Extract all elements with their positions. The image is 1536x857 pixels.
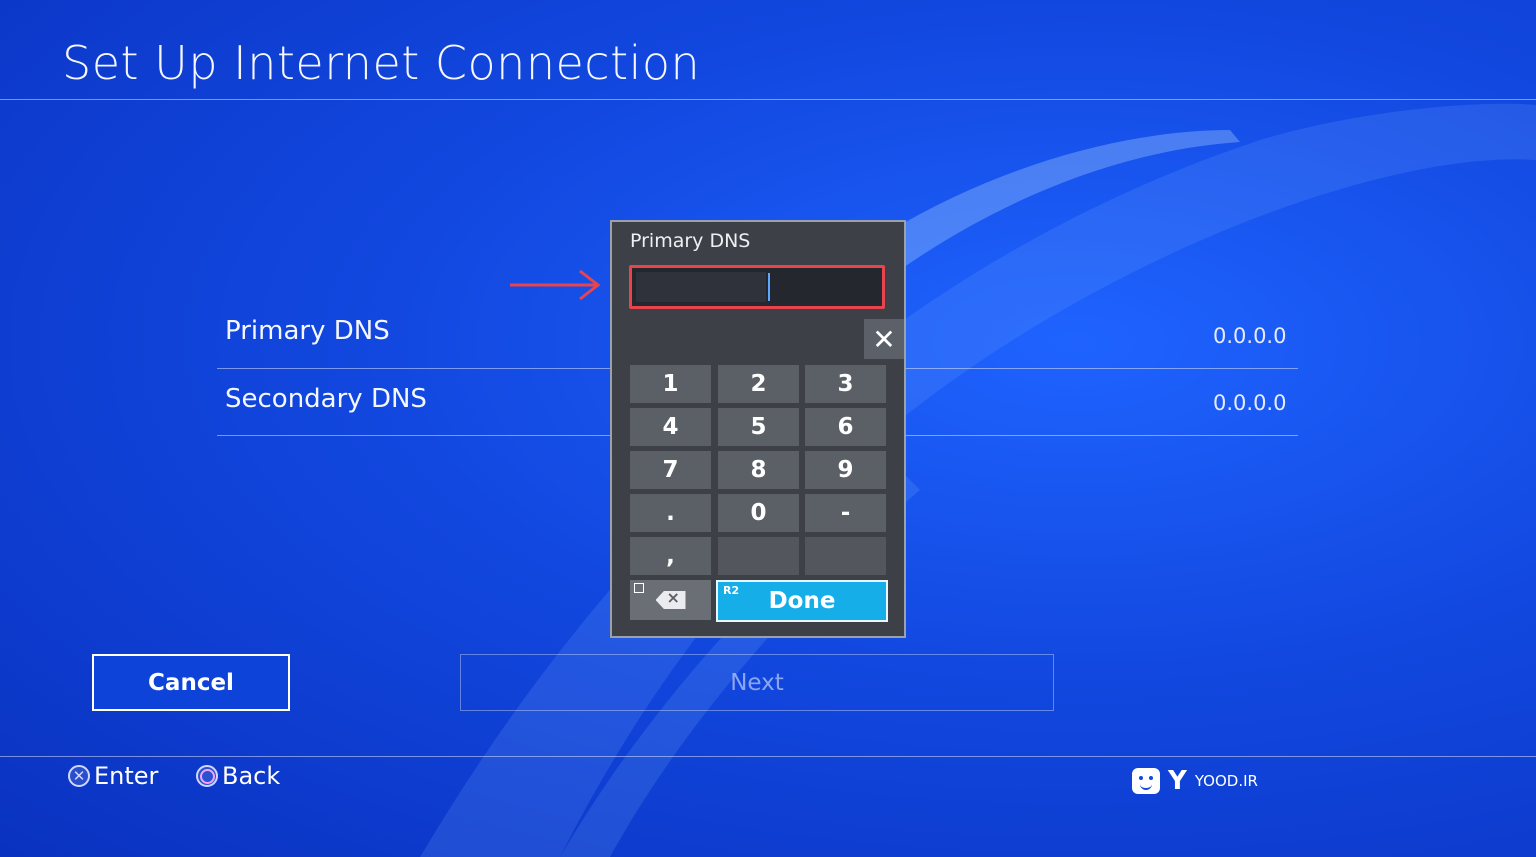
watermark: Y YOOD.IR [1132, 766, 1258, 796]
red-arrow-annotation [510, 269, 601, 301]
next-button[interactable]: Next [460, 654, 1054, 711]
input-text [636, 272, 766, 302]
key-6[interactable]: 6 [805, 408, 886, 446]
enter-hint: ✕ Enter [68, 762, 158, 790]
smiley-logo-icon [1132, 768, 1160, 794]
watermark-y: Y [1168, 766, 1187, 796]
close-icon[interactable]: ✕ [864, 319, 904, 359]
key-9[interactable]: 9 [805, 451, 886, 489]
square-button-icon [634, 583, 644, 593]
footer-divider [0, 756, 1536, 757]
back-label: Back [222, 762, 281, 790]
header-divider [0, 99, 1536, 100]
page-title: Set Up Internet Connection [62, 36, 701, 90]
key-hyphen[interactable]: - [805, 494, 886, 532]
backspace-icon [655, 591, 686, 609]
cancel-button[interactable]: Cancel [92, 654, 290, 711]
key-comma[interactable]: , [630, 537, 711, 575]
key-period[interactable]: . [630, 494, 711, 532]
secondary-dns-value: 0.0.0.0 [1213, 391, 1287, 415]
secondary-dns-label[interactable]: Secondary DNS [225, 384, 427, 414]
watermark-text: YOOD.IR [1194, 772, 1258, 790]
key-5[interactable]: 5 [718, 408, 799, 446]
key-8[interactable]: 8 [718, 451, 799, 489]
key-4[interactable]: 4 [630, 408, 711, 446]
done-label: Done [768, 588, 836, 614]
key-7[interactable]: 7 [630, 451, 711, 489]
circle-button-icon [196, 765, 218, 787]
backspace-button[interactable] [630, 580, 711, 620]
primary-dns-value: 0.0.0.0 [1213, 324, 1287, 348]
key-blank[interactable] [718, 537, 799, 575]
text-caret [768, 273, 770, 301]
enter-label: Enter [94, 762, 159, 790]
back-hint: Back [196, 762, 280, 790]
key-3[interactable]: 3 [805, 365, 886, 403]
dns-input-field[interactable] [629, 265, 885, 309]
key-blank[interactable] [805, 537, 886, 575]
key-2[interactable]: 2 [718, 365, 799, 403]
done-button[interactable]: R2 Done [716, 580, 888, 622]
cross-button-icon: ✕ [68, 765, 90, 787]
key-1[interactable]: 1 [630, 365, 711, 403]
r2-button-label: R2 [723, 584, 740, 597]
key-0[interactable]: 0 [718, 494, 799, 532]
primary-dns-label[interactable]: Primary DNS [225, 316, 390, 346]
dialog-title: Primary DNS [630, 230, 751, 252]
dns-input-dialog: Primary DNS ✕ 1 2 3 4 5 6 7 8 9 . 0 - , … [610, 220, 906, 638]
